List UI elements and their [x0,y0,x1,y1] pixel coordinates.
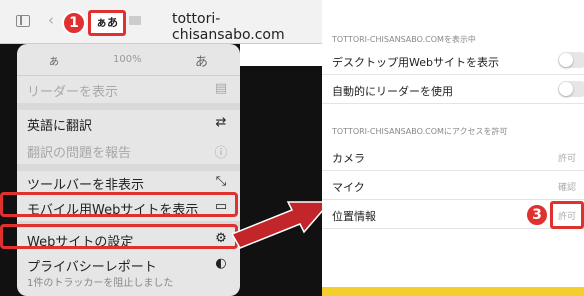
text-zoom-row: あ 100% あ [17,44,240,76]
report-translation-item[interactable]: 翻訳の問題を報告 ⓘ [17,137,240,164]
desktop-site-row: デスクトップ用Webサイトを表示 [322,46,584,75]
auto-reader-toggle[interactable] [558,81,584,97]
camera-row[interactable]: カメラ 許可 [322,142,584,171]
website-settings-highlight [0,224,238,249]
shield-icon: ◐ [215,256,227,271]
collapse-arrows-icon: ⤡ [215,174,227,189]
microphone-value: 確認 [558,183,577,193]
location-value-highlight [550,201,584,229]
camera-indicator-icon [129,16,141,25]
zoom-level: 100% [113,54,142,65]
zoom-out-button[interactable]: あ [49,53,59,68]
section-title-viewing: TOTTORI-CHISANSABO.COMを表示中 [332,35,476,44]
webpage-content [240,44,322,66]
desktop-site-toggle[interactable] [558,52,584,68]
auto-reader-row: 自動的にリーダーを使用 [322,75,584,104]
privacy-report-item[interactable]: プライバシーレポート 1件のトラッカーを阻止しました ◐ [17,254,240,294]
browser-toolbar: ‹ › ぁあ tottori-chisansabo.com [0,0,322,44]
mobile-site-highlight [0,192,238,217]
section-title-access: TOTTORI-CHISANSABO.COMにアクセスを許可 [332,127,508,136]
microphone-row[interactable]: マイク 確認 [322,171,584,200]
page-menu-popover: あ 100% あ リーダーを表示 ▤ 英語に翻訳 ⇄ 翻訳の問題を報告 ⓘ ツー… [17,44,240,296]
red-arrow-icon [232,201,332,249]
translate-english-item[interactable]: 英語に翻訳 ⇄ [17,110,240,137]
step-badge-1: 1 [62,11,86,35]
menu-separator [17,103,240,110]
page-menu-button[interactable]: ぁあ [88,10,126,36]
step-badge-3: 3 [525,203,549,227]
info-icon: ⓘ [214,146,228,161]
privacy-report-subtitle: 1件のトラッカーを阻止しました [27,278,174,289]
website-settings-panel: TOTTORI-CHISANSABO.COMを表示中 デスクトップ用Webサイト… [322,0,584,287]
sidebar-toggle-icon[interactable] [16,15,30,27]
camera-value: 許可 [558,154,577,164]
reader-icon: ▤ [214,81,228,96]
address-bar[interactable]: tottori-chisansabo.com [172,11,322,43]
chevron-left-icon[interactable]: ‹ [48,11,54,29]
translate-icon: ⇄ [215,115,227,130]
safari-window: ‹ › ぁあ tottori-chisansabo.com あ 100% あ リ… [0,0,322,296]
zoom-in-button[interactable]: あ [195,51,208,70]
show-reader-item[interactable]: リーダーを表示 ▤ [17,76,240,103]
